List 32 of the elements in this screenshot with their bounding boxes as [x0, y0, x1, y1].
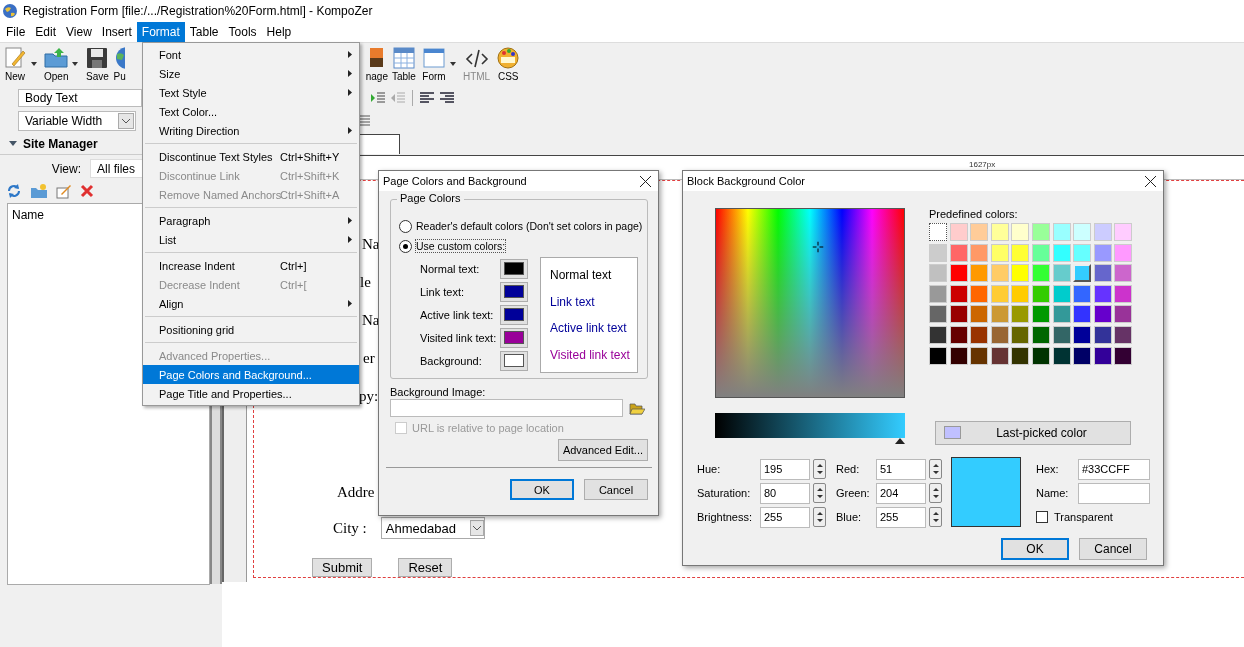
form-label: City :: [333, 519, 367, 537]
swatch-grid-label: Predefined colors:: [929, 208, 1019, 220]
field-label: Blue:: [836, 511, 863, 523]
color-label: Active link text:: [420, 308, 495, 321]
view-label: View:: [51, 161, 81, 176]
form-label: Na: [362, 311, 380, 329]
field-label: Background Image:: [390, 386, 487, 398]
color-label: Normal text:: [420, 262, 481, 275]
preview-text: Visited link text: [550, 347, 631, 362]
color-label: Link text:: [420, 285, 466, 298]
preview-text: Normal text: [550, 268, 613, 283]
field-label: Saturation:: [697, 487, 752, 499]
dialog-title: Page Colors and Background: [383, 175, 527, 187]
color-label: Visited link text:: [420, 331, 498, 344]
color-label: Background:: [420, 354, 483, 367]
field-label: Hex:: [1036, 463, 1060, 475]
dialog-title: Block Background Color: [687, 175, 805, 187]
form-label: Na: [362, 235, 380, 253]
field-label: Hue:: [697, 463, 722, 475]
field-label: Brightness:: [697, 511, 754, 523]
field-label: Red:: [836, 463, 861, 475]
field-label: Green:: [836, 487, 871, 499]
ruler-label: 1627px: [969, 160, 996, 171]
window-title: Registration Form [file:/.../Registration%20Form.html] - KompoZer: [23, 4, 373, 18]
form-label: py:: [359, 387, 379, 405]
preview-text: Link text: [550, 294, 596, 309]
group-title: Page Colors: [397, 192, 464, 204]
field-label: Name:: [1036, 487, 1070, 499]
form-label: Addre: [337, 483, 375, 501]
preview-text: Active link text: [550, 321, 628, 336]
form-label: le: [360, 273, 371, 291]
form-label: er: [363, 349, 375, 367]
